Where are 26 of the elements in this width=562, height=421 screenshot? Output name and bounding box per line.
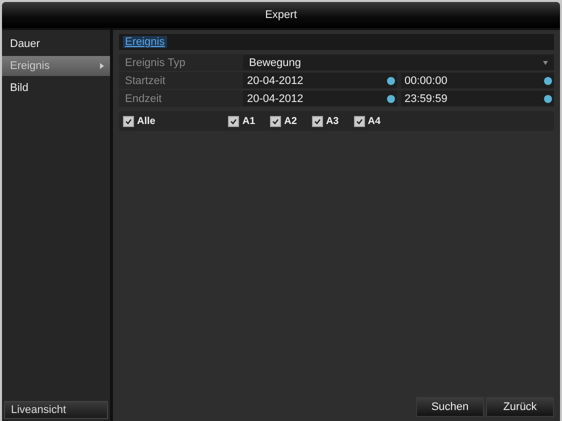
checkbox-icon[interactable] <box>270 116 282 126</box>
chevron-icon <box>100 63 104 69</box>
channel-checkbox[interactable]: A2 <box>270 116 297 126</box>
date-field[interactable]: 20-04-2012 <box>243 73 396 88</box>
channel-checkbox[interactable]: A3 <box>312 116 339 126</box>
checkbox-icon[interactable] <box>312 116 323 126</box>
time-field[interactable]: 23:59:59 <box>400 91 554 106</box>
date-field[interactable]: 20-04-2012 <box>243 91 396 106</box>
action-button[interactable]: Suchen <box>416 397 484 417</box>
sidebar-item[interactable]: Dauer <box>2 34 110 54</box>
sidebar-item[interactable]: Bild <box>2 78 110 98</box>
checkbox-icon[interactable] <box>354 116 365 126</box>
checkbox-icon[interactable] <box>123 116 134 126</box>
field-label: Ereignis Typ <box>124 56 186 68</box>
checkbox-icon[interactable] <box>228 116 240 126</box>
action-button[interactable]: Zurück <box>486 397 554 417</box>
channel-checkbox[interactable]: Alle <box>123 116 156 126</box>
dropdown[interactable]: Bewegung <box>243 55 554 70</box>
tab[interactable]: Ereignis <box>123 36 167 48</box>
time-field[interactable]: 00:00:00 <box>400 73 554 88</box>
field-label: Endzeit <box>124 92 163 104</box>
caret-icon <box>543 60 548 64</box>
live-view-button[interactable]: Liveansicht <box>4 401 108 419</box>
channel-checkbox[interactable]: A4 <box>354 116 381 126</box>
channel-checkbox[interactable]: A1 <box>228 116 256 126</box>
field-label: Startzeit <box>124 74 166 86</box>
